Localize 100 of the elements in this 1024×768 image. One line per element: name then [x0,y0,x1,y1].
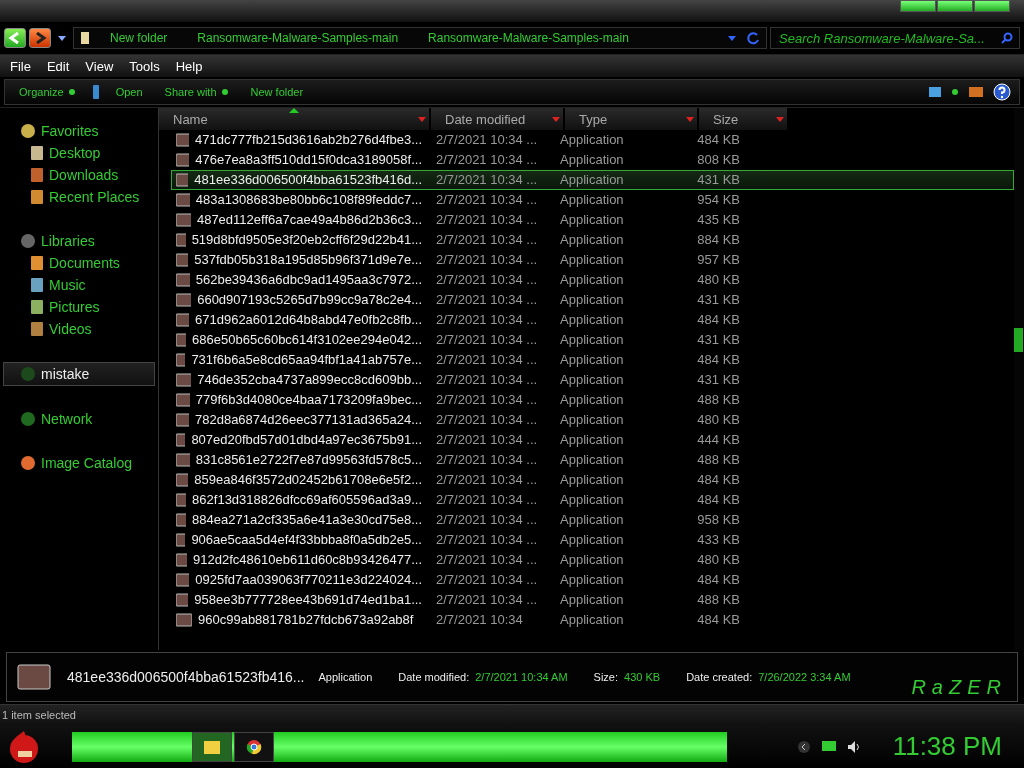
file-row[interactable]: 906ae5caa5d4ef4f33bbba8f0a5db2e5... 2/7/2021 10:34 ... Application 433 KB [171,530,1014,550]
file-row[interactable]: 831c8561e2722f7e87d99563fd578c5... 2/7/2021 10:34 ... Application 488 KB [171,450,1014,470]
file-row[interactable]: 746de352cba4737a899ecc8cd609bb... 2/7/2021 10:34 ... Application 431 KB [171,370,1014,390]
chevron-icon[interactable] [796,739,811,754]
file-row[interactable]: 862f13d318826dfcc69af605596ad3a9... 2/7/2021 10:34 ... Application 484 KB [171,490,1014,510]
file-row[interactable]: 0925fd7aa039063f770211e3d224024... 2/7/2021 10:34 ... Application 484 KB [171,570,1014,590]
file-name: 731f6b6a5e8cd65aa94fbf1a41ab757e... [191,352,422,368]
table-cell-text: 431 KB [696,332,740,348]
table-cell-text: 2/7/2021 10:34 ... [435,372,539,388]
sort-icon [289,108,299,113]
table-cell-text: Application [559,432,625,448]
table-cell-text: 431 KB [696,172,740,188]
minimize-button[interactable] [900,0,936,12]
taskbar-button[interactable] [234,731,274,762]
sidebar-item[interactable]: Documents [0,252,158,274]
search-field[interactable]: Search Ransomware-Malware-Sa... [770,27,1020,49]
scrollbar[interactable] [1014,108,1024,650]
menu-item[interactable]: File [4,58,37,74]
folder-icon [203,738,221,755]
maximize-button[interactable] [937,0,973,12]
menu-item[interactable]: Tools [123,58,166,74]
file-row[interactable]: 782d8a6874d26eec377131ad365a24... 2/7/2021 10:34 ... Application 480 KB [171,410,1014,430]
sidebar-item[interactable]: Pictures [0,296,158,318]
sidebar-item[interactable]: Desktop [0,142,158,164]
file-row[interactable]: 958ee3b777728ee43b691d74ed1ba1... 2/7/2021 10:34 ... Application 488 KB [171,590,1014,610]
file-row[interactable]: 671d962a6012d64b8abd47e0fb2c8fb... 2/7/2021 10:34 ... Application 484 KB [171,310,1014,330]
sidebar-item[interactable]: Image Catalog [0,452,158,474]
file-row[interactable]: 660d907193c5265d7b99cc9a78c2e4... 2/7/2021 10:34 ... Application 431 KB [171,290,1014,310]
help-icon[interactable] [993,83,1011,101]
address-bar[interactable]: New folder Ransomware-Malware-Samples-main Ransomware-Malware-Samples-main [73,27,767,49]
table-cell-text: 958 KB [696,512,740,528]
file-name: 476e7ea8a3ff510dd15f0dca3189058f... [195,152,422,168]
column-header[interactable]: Size [699,108,789,130]
column-header[interactable]: Name [159,108,431,130]
table-cell-text: 2/7/2021 10:34 ... [435,392,539,408]
file-row[interactable]: 807ed20fbd57d01dbd4a97ec3675b91... 2/7/2021 10:34 ... Application 444 KB [171,430,1014,450]
taskbar-button[interactable] [192,731,232,762]
file-row[interactable]: 686e50b65c60bc614f3102ee294e042... 2/7/2021 10:34 ... Application 431 KB [171,330,1014,350]
file-row[interactable]: 859ea846f3572d02452b61708e6e5f2... 2/7/2021 10:34 ... Application 484 KB [171,470,1014,490]
sidebar-item[interactable]: Network [0,408,158,430]
file-row[interactable]: 476e7ea8a3ff510dd15f0dca3189058f... 2/7/2021 10:34 ... Application 808 KB [171,150,1014,170]
file-name: 471dc777fb215d3616ab2b276d4fbe3... [195,132,422,148]
table-cell-text: 2/7/2021 10:34 ... [435,592,539,608]
file-row[interactable]: 562be39436a6dbc9ad1495aa3c7972... 2/7/2021 10:34 ... Application 480 KB [171,270,1014,290]
file-row[interactable]: 912d2fc48610eb611d60c8b93426477... 2/7/2021 10:34 ... Application 480 KB [171,550,1014,570]
sidebar-item[interactable]: Favorites [0,120,158,142]
sidebar-item[interactable]: Music [0,274,158,296]
file-row[interactable]: 960c99ab881781b27fdcb673a92ab8f 2/7/2021 10:34 Application 484 KB [171,610,1014,630]
sidebar-item[interactable]: Libraries [0,230,158,252]
file-row[interactable]: 483a1308683be80bb6c108f89feddc7... 2/7/2021 10:34 ... Application 954 KB [171,190,1014,210]
sidebar-item[interactable]: Downloads [0,164,158,186]
toolbar-button[interactable]: Open [109,86,149,98]
file-type: Application [318,671,373,683]
file-name: 782d8a6874d26eec377131ad365a24... [195,412,422,428]
table-cell-text: 2/7/2021 10:34 ... [435,432,539,448]
breadcrumb[interactable]: Ransomware-Malware-Samples-main [418,31,639,45]
table-cell-text: Application [559,512,625,528]
refresh-icon[interactable] [746,31,760,45]
column-header[interactable]: Type [565,108,699,130]
close-button[interactable] [974,0,1010,12]
sidebar-item[interactable]: Recent Places [0,186,158,208]
caret-icon[interactable] [58,35,66,41]
file-row[interactable]: 481ee336d006500f4bba61523fb416d... 2/7/2021 10:34 ... Application 431 KB [171,170,1014,190]
table-cell-text: 2/7/2021 10:34 ... [435,272,539,288]
monitor-icon[interactable] [820,739,837,754]
caret-icon[interactable] [728,35,736,41]
column-header[interactable]: Date modified [431,108,565,130]
file-name: 912d2fc48610eb611d60c8b93426477... [193,552,422,568]
forward-button[interactable] [29,28,51,48]
menu-item[interactable]: View [79,58,120,74]
menu-item[interactable]: Help [169,58,209,74]
file-row[interactable]: 731f6b6a5e8cd65aa94fbf1a41ab757e... 2/7/2021 10:34 ... Application 484 KB [171,350,1014,370]
breadcrumb[interactable]: Ransomware-Malware-Samples-main [187,31,409,45]
sidebar-item[interactable]: mistake [3,362,155,386]
table-cell-text: Application [559,272,625,288]
table-cell-text: 2/7/2021 10:34 ... [435,352,539,368]
table-cell-text: 2/7/2021 10:34 ... [435,232,539,248]
back-button[interactable] [4,28,26,48]
table-cell-text: 2/7/2021 10:34 ... [435,212,539,228]
table-cell-text: 2/7/2021 10:34 ... [435,132,539,148]
table-cell-text: 2/7/2021 10:34 ... [435,512,539,528]
file-row[interactable]: 779f6b3d4080ce4baa7173209fa9bec... 2/7/2021 10:34 ... Application 488 KB [171,390,1014,410]
file-row[interactable]: 537fdb05b318a195d85b96f371d9e7e... 2/7/2021 10:34 ... Application 957 KB [171,250,1014,270]
sidebar-icon [20,411,36,427]
sidebar-item[interactable]: Videos [0,318,158,340]
file-name: 537fdb05b318a195d85b96f371d9e7e... [194,252,422,268]
toolbar-button[interactable]: Share with [158,86,235,98]
file-row[interactable]: 519d8bfd9505e3f20eb2cff6f29d22b41... 2/7/2021 10:34 ... Application 884 KB [171,230,1014,250]
file-row[interactable]: 487ed112eff6a7cae49a4b86d2b36c3... 2/7/2021 10:34 ... Application 435 KB [171,210,1014,230]
table-cell-text: 2/7/2021 10:34 [435,612,524,628]
search-icon[interactable] [1001,32,1013,44]
breadcrumb[interactable]: New folder [100,31,178,45]
file-row[interactable]: 471dc777fb215d3616ab2b276d4fbe3... 2/7/2021 10:34 ... Application 484 KB [171,130,1014,150]
file-row[interactable]: 884ea271a2cf335a6e41a3e30cd75e8... 2/7/2021 10:34 ... Application 958 KB [171,510,1014,530]
menu-item[interactable]: Edit [40,58,76,74]
toolbar-button[interactable]: Organize [13,86,82,98]
table-cell-text: Application [559,152,625,168]
toolbar-button[interactable]: New folder [244,86,310,98]
folder-icon [30,321,44,337]
file-name: 807ed20fbd57d01dbd4a97ec3675b91... [191,432,422,448]
